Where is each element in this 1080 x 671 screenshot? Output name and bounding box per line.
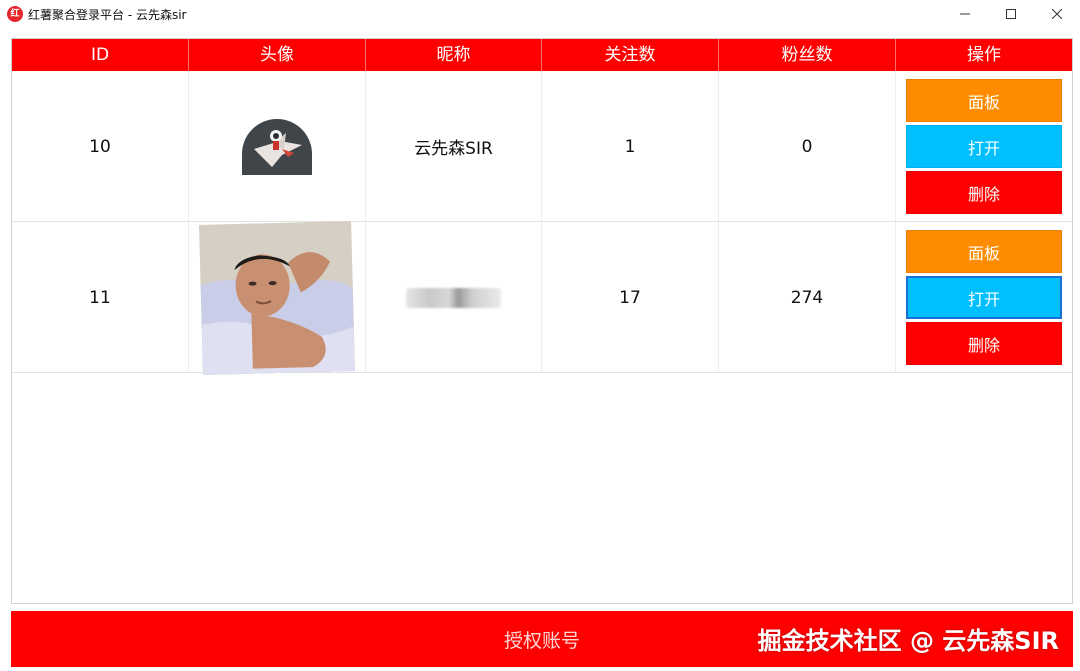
table-row[interactable]: 11 17 274 面板 打开 删除 [12, 220, 1072, 375]
header-following: 关注数 [542, 39, 719, 71]
cell-id: 10 [12, 71, 189, 222]
open-button[interactable]: 打开 [906, 125, 1062, 168]
delete-button[interactable]: 删除 [906, 171, 1062, 214]
table-header: ID 头像 昵称 关注数 粉丝数 操作 [12, 39, 1072, 71]
authorize-account-button[interactable]: 授权账号 掘金技术社区 @ 云先森SIR [11, 611, 1073, 667]
window-title: 红薯聚合登录平台 - 云先森sir [28, 7, 187, 22]
avatar [242, 118, 312, 175]
cell-id: 11 [12, 222, 189, 373]
table-row[interactable]: 10 云先森SIR 1 0 面板 打开 删除 [12, 71, 1072, 222]
cell-followers: 0 [719, 71, 896, 222]
title-bar[interactable]: 红 红薯聚合登录平台 - 云先森sir [0, 0, 1080, 28]
cell-nickname [366, 222, 542, 373]
blurred-nickname [406, 287, 501, 308]
window-controls [942, 0, 1080, 28]
cell-avatar [189, 220, 366, 375]
cell-actions: 面板 打开 删除 [896, 222, 1072, 373]
cell-actions: 面板 打开 删除 [896, 71, 1072, 222]
close-button[interactable] [1034, 0, 1080, 28]
astronaut-avatar-icon [254, 129, 302, 167]
authorize-account-label: 授权账号 [503, 629, 580, 652]
header-actions: 操作 [967, 45, 1001, 65]
open-button[interactable]: 打开 [906, 276, 1062, 319]
watermark: 掘金技术社区 @ 云先森SIR [757, 627, 1059, 655]
avatar [199, 220, 355, 375]
app-window: 红 红薯聚合登录平台 - 云先森sir ID 头像 昵称 关注数 粉丝数 操作 … [0, 0, 1080, 671]
panel-button[interactable]: 面板 [906, 79, 1062, 122]
header-id: ID [12, 39, 189, 71]
cell-nickname: 云先森SIR [366, 71, 542, 222]
cell-following: 17 [542, 222, 719, 373]
close-icon [1052, 9, 1062, 19]
cell-followers: 274 [719, 222, 896, 373]
header-nickname: 昵称 [366, 39, 542, 71]
minimize-icon [960, 13, 970, 15]
accounts-table[interactable]: ID 头像 昵称 关注数 粉丝数 操作 10 云先森SIR 1 0 面板 打开 … [11, 38, 1073, 604]
person-photo-icon [199, 220, 355, 375]
delete-button[interactable]: 删除 [906, 322, 1062, 365]
minimize-button[interactable] [942, 0, 988, 28]
header-avatar: 头像 [189, 39, 366, 71]
cell-avatar [189, 71, 366, 222]
header-followers: 粉丝数 [719, 39, 896, 71]
cell-following: 1 [542, 71, 719, 222]
app-logo-icon: 红 [7, 6, 23, 22]
panel-button[interactable]: 面板 [906, 230, 1062, 273]
maximize-icon [1006, 9, 1016, 19]
maximize-button[interactable] [988, 0, 1034, 28]
